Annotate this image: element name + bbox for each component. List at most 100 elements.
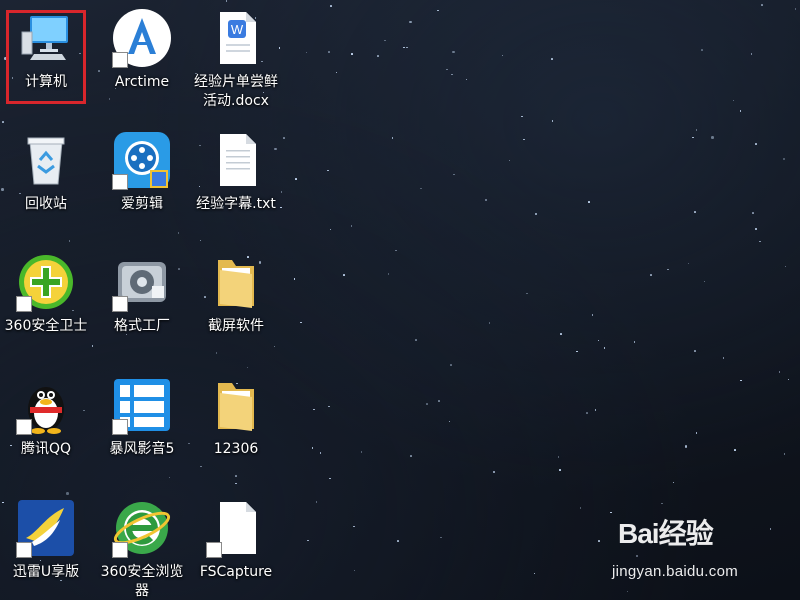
icon-label: 截屏软件 xyxy=(208,318,264,334)
shortcut-arrow-icon xyxy=(206,542,222,558)
star-dot xyxy=(315,501,317,503)
star-dot xyxy=(586,412,588,414)
computer-icon xyxy=(16,8,76,68)
star-dot xyxy=(2,121,4,123)
star-dot xyxy=(484,198,488,202)
star-dot xyxy=(755,143,757,145)
star-dot xyxy=(492,470,496,474)
star-dot xyxy=(769,528,772,530)
star-dot xyxy=(313,408,315,411)
star-dot xyxy=(387,273,390,275)
star-dot xyxy=(695,129,698,131)
star-dot xyxy=(440,536,442,539)
star-dot xyxy=(782,157,786,161)
star-dot xyxy=(703,280,706,283)
star-dot xyxy=(273,345,276,348)
star-dot xyxy=(353,569,356,572)
desktop-icon-aijianji[interactable]: 爱剪辑 xyxy=(96,126,188,214)
desktop-icon-word-document[interactable]: W 经验片单尝鲜 活动.docx xyxy=(190,4,282,111)
star-dot xyxy=(626,590,629,593)
folder-icon xyxy=(206,252,266,312)
desktop-icon-format-factory[interactable]: 格式工厂 xyxy=(96,248,188,336)
star-dot xyxy=(328,51,330,53)
desktop-icon-fscapture[interactable]: FSCapture xyxy=(190,494,282,582)
star-dot xyxy=(415,339,417,341)
star-dot xyxy=(591,314,594,316)
icon-label: 360安全卫士 xyxy=(4,318,88,334)
star-dot xyxy=(759,240,761,243)
star-dot xyxy=(701,49,703,51)
star-dot xyxy=(533,572,536,575)
star-dot xyxy=(350,225,353,227)
desktop-icon-folder-screenshot[interactable]: 截屏软件 xyxy=(190,248,282,336)
desktop-icon-recycle-bin[interactable]: 回收站 xyxy=(0,126,92,214)
star-dot xyxy=(560,333,562,335)
star-dot xyxy=(448,420,451,423)
icon-label: 爱剪辑 xyxy=(121,196,163,212)
star-dot xyxy=(732,99,735,102)
star-dot xyxy=(311,447,314,449)
360-browser-icon xyxy=(112,498,172,558)
360-security-icon xyxy=(16,252,76,312)
star-dot xyxy=(235,482,237,485)
desktop-icon-qq[interactable]: 腾讯QQ xyxy=(0,371,92,459)
star-dot xyxy=(452,50,455,54)
star-dot xyxy=(343,274,345,276)
desktop-icon-computer[interactable]: 计算机 xyxy=(0,4,92,104)
star-dot xyxy=(391,137,394,139)
star-dot xyxy=(384,39,386,42)
star-dot xyxy=(750,53,753,55)
star-dot xyxy=(305,51,308,54)
shortcut-arrow-icon xyxy=(16,419,32,435)
star-dot xyxy=(633,341,636,343)
star-dot xyxy=(68,240,71,242)
desktop-icon-360-browser[interactable]: 360安全浏览 器 xyxy=(96,494,188,600)
desktop-icon-arctime[interactable]: Arctime xyxy=(96,4,188,92)
folder-icon xyxy=(206,375,266,435)
star-dot xyxy=(559,469,561,471)
star-dot xyxy=(91,345,94,347)
star-dot xyxy=(215,352,218,354)
shortcut-arrow-icon xyxy=(16,296,32,312)
star-dot xyxy=(597,339,600,342)
star-dot xyxy=(451,73,453,76)
desktop-icon-baofeng[interactable]: 暴风影音5 xyxy=(96,371,188,459)
star-dot xyxy=(406,46,408,49)
watermark-logo: Bai经验 xyxy=(618,518,714,549)
desktop-icon-folder-12306[interactable]: 12306 xyxy=(190,371,282,459)
star-dot xyxy=(409,20,412,24)
star-dot xyxy=(667,268,669,271)
star-dot xyxy=(526,292,528,295)
star-dot xyxy=(307,539,309,542)
star-dot xyxy=(168,476,171,479)
star-dot xyxy=(508,159,511,162)
shortcut-arrow-icon xyxy=(112,296,128,312)
star-dot xyxy=(397,540,399,542)
star-dot xyxy=(692,136,694,139)
star-dot xyxy=(784,265,787,268)
watermark-url: jingyan.baidu.com xyxy=(612,563,739,580)
icon-label: 12306 xyxy=(213,441,259,457)
star-dot xyxy=(360,451,363,453)
star-dot xyxy=(722,357,725,359)
star-dot xyxy=(761,4,763,6)
star-dot xyxy=(330,5,332,7)
blank-file-icon xyxy=(206,498,266,558)
shortcut-arrow-icon xyxy=(112,174,128,190)
star-dot xyxy=(200,465,202,468)
star-dot xyxy=(225,0,228,2)
star-dot xyxy=(551,58,553,60)
star-dot xyxy=(108,98,111,100)
recycle-bin-icon xyxy=(16,130,76,190)
baofeng-icon xyxy=(112,375,172,435)
desktop-icon-xunlei[interactable]: 迅雷U享版 xyxy=(0,494,92,582)
shortcut-arrow-icon xyxy=(16,542,32,558)
desktop-icon-360-security[interactable]: 360安全卫士 xyxy=(0,248,92,336)
desktop-icon-text-file[interactable]: 经验字幕.txt xyxy=(190,126,282,214)
icon-label: 迅雷U享版 xyxy=(12,564,80,580)
star-dot xyxy=(783,453,786,455)
star-dot xyxy=(353,525,355,528)
star-dot xyxy=(450,364,452,366)
icon-label: 回收站 xyxy=(25,196,67,212)
star-dot xyxy=(695,432,698,434)
